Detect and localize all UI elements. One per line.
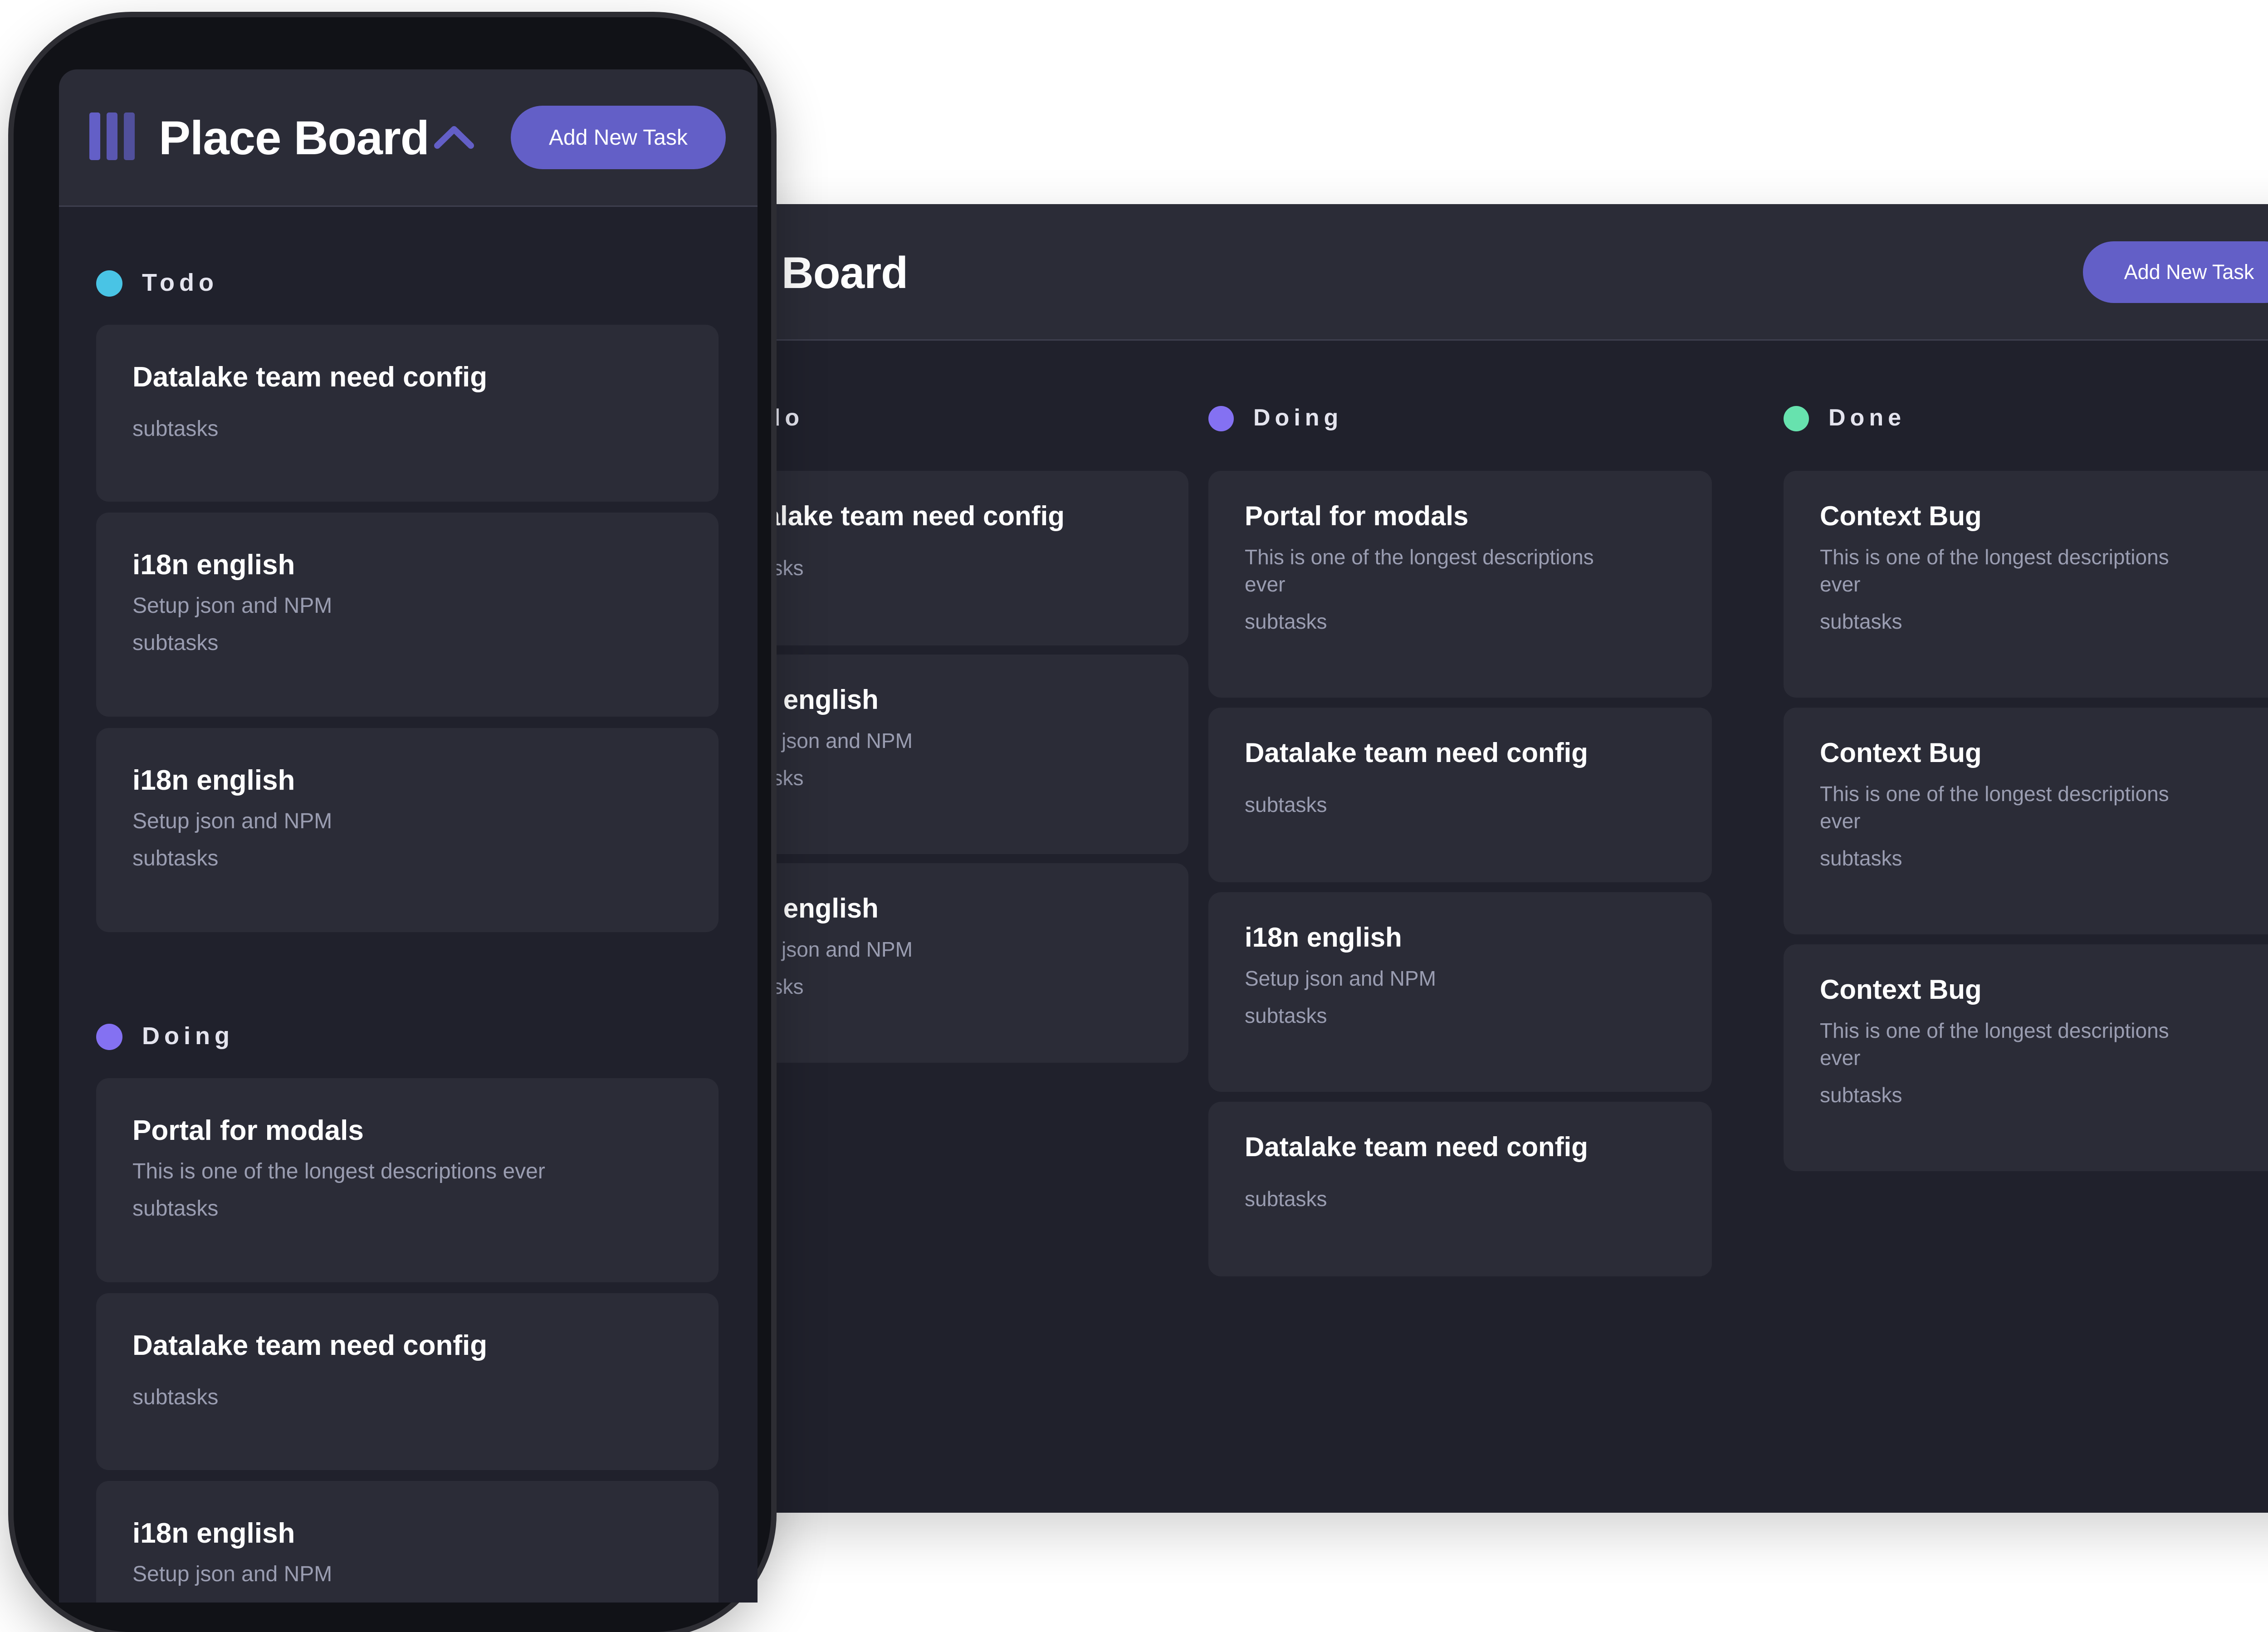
task-subtasks: subtasks (132, 1197, 219, 1221)
task-description: Setup json and NPM (721, 938, 913, 961)
column-header: Todo (708, 392, 1188, 433)
task-description: Setup json and NPM (132, 594, 332, 618)
task-card[interactable]: i18n english Setup json and NPM subtasks (96, 728, 719, 932)
task-title: Context Bug (1820, 501, 1982, 531)
task-card[interactable]: i18n english Setup json and NPM subtasks (96, 513, 719, 717)
task-card[interactable]: i18n english Setup json and NPM subtasks (708, 863, 1188, 1063)
mobile-column-header-doing: Doing (96, 1016, 686, 1056)
task-title: i18n english (721, 684, 879, 715)
desktop-column-done: Done Context Bug This is one of the long… (1784, 392, 2268, 1171)
task-description: Setup json and NPM (721, 729, 913, 752)
mobile-board-title[interactable]: Place Board (159, 111, 430, 166)
task-subtasks: subtasks (132, 846, 219, 870)
board-logo-icon (89, 112, 135, 160)
task-card[interactable]: Context Bug This is one of the longest d… (1784, 471, 2268, 698)
column-status-dot (96, 270, 122, 297)
task-card[interactable]: i18n english Setup json and NPM subtasks (1208, 892, 1712, 1092)
chevron-up-icon[interactable] (434, 123, 474, 150)
task-card[interactable]: Datalake team need config subtasks (96, 325, 719, 502)
task-title: Context Bug (1820, 738, 1982, 768)
mobile-column-header-todo: Todo (96, 262, 686, 303)
task-subtasks: subtasks (1245, 793, 1327, 816)
task-subtasks: subtasks (1820, 610, 1902, 633)
column-title: Doing (142, 1022, 234, 1050)
desktop-column-todo: Todo Datalake team need config subtasks … (708, 392, 1188, 1063)
task-description: Setup json and NPM (1245, 967, 1436, 990)
task-subtasks: subtasks (1820, 846, 1902, 870)
column-title: Done (1828, 405, 1906, 431)
task-title: i18n english (132, 549, 295, 581)
task-description: This is one of the longest descriptions … (1820, 1019, 2169, 1070)
desktop-add-task-button[interactable]: Add New Task (2083, 241, 2268, 303)
task-card[interactable]: Context Bug This is one of the longest d… (1784, 708, 2268, 934)
task-title: i18n english (721, 893, 879, 923)
task-card[interactable]: i18n english Setup json and NPM subtasks (708, 655, 1188, 854)
phone-screen: Place Board Add New Task Todo Datalake t… (59, 69, 758, 1603)
task-subtasks: subtasks (1245, 610, 1327, 633)
task-title: i18n english (132, 1518, 295, 1549)
task-title: Datalake team need config (132, 362, 488, 393)
task-description: Setup json and NPM (132, 1562, 332, 1586)
task-description: This is one of the longest descriptions … (1820, 782, 2169, 833)
desktop-header: Board Add New Task (708, 204, 2268, 341)
mobile-header: Place Board Add New Task (59, 69, 758, 207)
column-status-dot (96, 1024, 122, 1050)
task-title: Datalake team need config (132, 1330, 488, 1361)
task-card[interactable]: Datalake team need config subtasks (1208, 708, 1712, 882)
task-title: i18n english (132, 765, 295, 796)
task-card[interactable]: Portal for modals This is one of the lon… (1208, 471, 1712, 698)
task-title: Datalake team need config (721, 501, 1065, 531)
column-status-dot (1208, 406, 1234, 431)
task-subtasks: subtasks (1245, 1187, 1327, 1211)
column-status-dot (1784, 406, 1809, 431)
task-description: This is one of the longest descriptions … (1245, 545, 1594, 596)
column-header: Doing (1208, 392, 1712, 433)
task-description: This is one of the longest descriptions … (1820, 545, 2169, 596)
task-title: Portal for modals (132, 1115, 364, 1146)
task-title: Datalake team need config (1245, 738, 1588, 768)
task-card[interactable]: Datalake team need config subtasks (1208, 1102, 1712, 1276)
column-header: Done (1784, 392, 2268, 433)
task-title: i18n english (1245, 922, 1402, 953)
phone-frame: Place Board Add New Task Todo Datalake t… (14, 17, 771, 1632)
task-description: This is one of the longest descriptions … (132, 1159, 545, 1183)
task-subtasks: subtasks (132, 1385, 219, 1409)
task-card[interactable]: Datalake team need config subtasks (708, 471, 1188, 645)
task-card[interactable]: Context Bug This is one of the longest d… (1784, 944, 2268, 1171)
task-title: Context Bug (1820, 974, 1982, 1005)
task-subtasks: subtasks (132, 631, 219, 655)
task-card[interactable]: Datalake team need config subtasks (96, 1293, 719, 1470)
task-subtasks: subtasks (721, 973, 1152, 1000)
task-title: Portal for modals (1245, 501, 1469, 531)
task-subtasks: subtasks (1820, 1083, 1902, 1107)
task-description: Setup json and NPM (132, 809, 332, 833)
task-card[interactable]: Portal for modals This is one of the lon… (96, 1078, 719, 1282)
task-subtasks: subtasks (721, 554, 1152, 581)
task-card[interactable]: i18n english Setup json and NPM (96, 1481, 719, 1603)
column-title: Doing (1253, 405, 1343, 431)
desktop-board-title: Board (782, 248, 908, 298)
task-title: Datalake team need config (1245, 1132, 1588, 1162)
task-subtasks: subtasks (132, 417, 219, 441)
task-subtasks: subtasks (721, 764, 1152, 792)
desktop-column-doing: Doing Portal for modals This is one of t… (1208, 392, 1712, 1276)
mobile-add-task-button[interactable]: Add New Task (511, 106, 726, 169)
desktop-board: Board Add New Task Todo Datalake team ne… (708, 204, 2268, 1513)
task-subtasks: subtasks (1245, 1004, 1327, 1027)
column-title: Todo (142, 269, 218, 296)
